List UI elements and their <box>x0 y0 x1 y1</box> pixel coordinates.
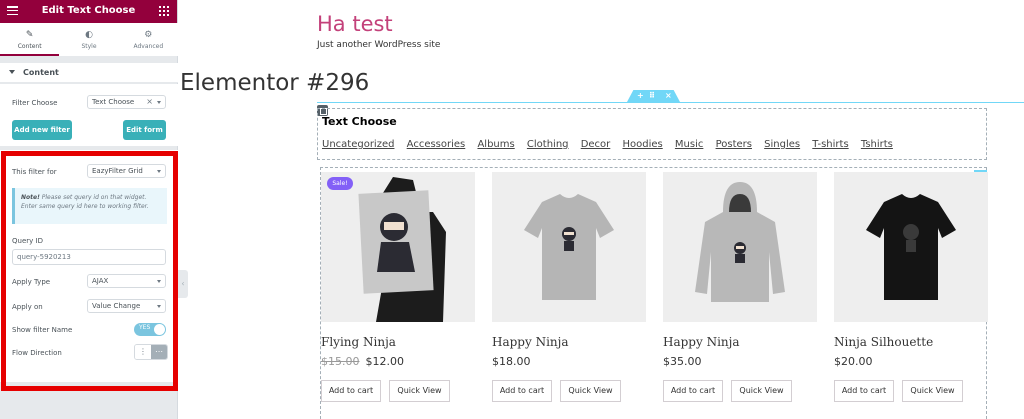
product-price: $35.00 <box>663 355 817 371</box>
current-price: $35.00 <box>663 355 702 368</box>
filter-link[interactable]: Accessories <box>407 139 466 150</box>
poster-icon <box>358 177 446 322</box>
filter-link[interactable]: Music <box>675 139 703 150</box>
tshirt-icon <box>524 194 614 300</box>
product-actions: Add to cart Quick View <box>663 380 817 402</box>
filter-link[interactable]: Uncategorized <box>322 139 394 150</box>
text-choose-widget: Text Choose Uncategorized Accessories Al… <box>317 108 987 160</box>
product-name[interactable]: Ninja Silhouette <box>834 335 988 351</box>
product-image[interactable]: Sale! <box>321 172 475 322</box>
widgets-grid-icon[interactable] <box>159 6 169 16</box>
collapse-panel-handle[interactable]: ‹ <box>178 270 188 298</box>
current-price: $18.00 <box>492 355 531 368</box>
product-name[interactable]: Happy Ninja <box>663 335 817 351</box>
gear-icon: ⚙ <box>144 30 153 40</box>
tab-style[interactable]: ◐ Style <box>59 23 118 56</box>
caret-down-icon <box>9 70 15 74</box>
add-section-icon[interactable]: + <box>637 90 644 102</box>
panel-header: Edit Text Choose <box>0 0 177 23</box>
filter-link[interactable]: Tshirts <box>861 139 893 150</box>
quick-view-button[interactable]: Quick View <box>902 380 963 402</box>
filter-choose-label: Filter Choose <box>12 99 58 107</box>
drag-handle-icon[interactable]: ⠿ <box>649 90 655 102</box>
product-actions: Add to cart Quick View <box>834 380 988 402</box>
edit-form-button[interactable]: Edit form <box>123 120 166 140</box>
quick-view-button[interactable]: Quick View <box>389 380 450 402</box>
panel-tabs: ✎ Content ◐ Style ⚙ Advanced <box>0 23 178 56</box>
filter-link[interactable]: Albums <box>477 139 514 150</box>
add-new-filter-button[interactable]: Add new filter <box>12 120 72 140</box>
product-price: $20.00 <box>834 355 988 371</box>
product-card: Ninja Silhouette $20.00 Add to cart Quic… <box>834 172 988 402</box>
tab-advanced-label: Advanced <box>133 43 164 50</box>
tab-style-label: Style <box>81 43 97 50</box>
site-title[interactable]: Ha test <box>317 12 393 36</box>
current-price: $12.00 <box>365 355 405 368</box>
product-actions: Add to cart Quick View <box>492 380 646 402</box>
quick-view-button[interactable]: Quick View <box>560 380 621 402</box>
tab-content[interactable]: ✎ Content <box>0 23 60 56</box>
product-name[interactable]: Happy Ninja <box>492 335 646 351</box>
old-price: $15.00 <box>321 355 360 368</box>
product-card: Happy Ninja $35.00 Add to cart Quick Vie… <box>663 172 817 402</box>
product-card: Sale! Flying Ninja $15.00 $12.00 Add to c… <box>321 172 475 402</box>
tab-content-label: Content <box>17 43 42 50</box>
page-title: Elementor #296 <box>180 70 370 96</box>
product-price: $18.00 <box>492 355 646 371</box>
sale-badge: Sale! <box>327 177 353 190</box>
hoodie-icon <box>695 182 785 302</box>
add-to-cart-button[interactable]: Add to cart <box>492 380 552 402</box>
filter-choose-value: Text Choose <box>92 98 135 106</box>
pencil-icon: ✎ <box>25 30 34 40</box>
highlight-box <box>1 151 178 391</box>
content-section-label: Content <box>23 68 59 77</box>
product-image[interactable] <box>834 172 988 322</box>
site-tagline: Just another WordPress site <box>317 40 441 50</box>
filter-link[interactable]: Posters <box>716 139 752 150</box>
panel-title: Edit Text Choose <box>41 5 136 16</box>
section-handle[interactable]: + ⠿ × <box>627 90 680 102</box>
contrast-icon: ◐ <box>85 30 93 40</box>
chevron-down-icon <box>157 101 161 104</box>
app-window: Edit Text Choose ✎ Content ◐ Style ⚙ Adv… <box>0 0 1024 419</box>
filter-link[interactable]: T-shirts <box>812 139 848 150</box>
add-to-cart-button[interactable]: Add to cart <box>663 380 723 402</box>
filter-link[interactable]: Decor <box>581 139 611 150</box>
product-name[interactable]: Flying Ninja <box>321 335 475 351</box>
filter-choose-select[interactable]: Text Choose × <box>87 95 166 109</box>
filter-link[interactable]: Singles <box>764 139 800 150</box>
tab-advanced[interactable]: ⚙ Advanced <box>119 23 178 56</box>
quick-view-button[interactable]: Quick View <box>731 380 792 402</box>
add-to-cart-button[interactable]: Add to cart <box>321 380 381 402</box>
product-actions: Add to cart Quick View <box>321 380 475 402</box>
close-icon[interactable]: × <box>665 90 672 102</box>
filter-link[interactable]: Clothing <box>527 139 569 150</box>
product-card: Happy Ninja $18.00 Add to cart Quick Vie… <box>492 172 646 402</box>
filter-link[interactable]: Hoodies <box>622 139 662 150</box>
product-image[interactable] <box>663 172 817 322</box>
product-price: $15.00 $12.00 <box>321 355 475 371</box>
current-price: $20.00 <box>834 355 873 368</box>
filter-title: Text Choose <box>322 115 397 128</box>
add-to-cart-button[interactable]: Add to cart <box>834 380 894 402</box>
filter-links: Uncategorized Accessories Albums Clothin… <box>322 139 902 150</box>
clear-icon[interactable]: × <box>146 97 153 106</box>
filter-choose-controls: Filter Choose Text Choose × Add new filt… <box>0 84 178 146</box>
tshirt-icon <box>866 194 956 300</box>
product-image[interactable] <box>492 172 646 322</box>
content-section-header[interactable]: Content <box>0 63 178 83</box>
